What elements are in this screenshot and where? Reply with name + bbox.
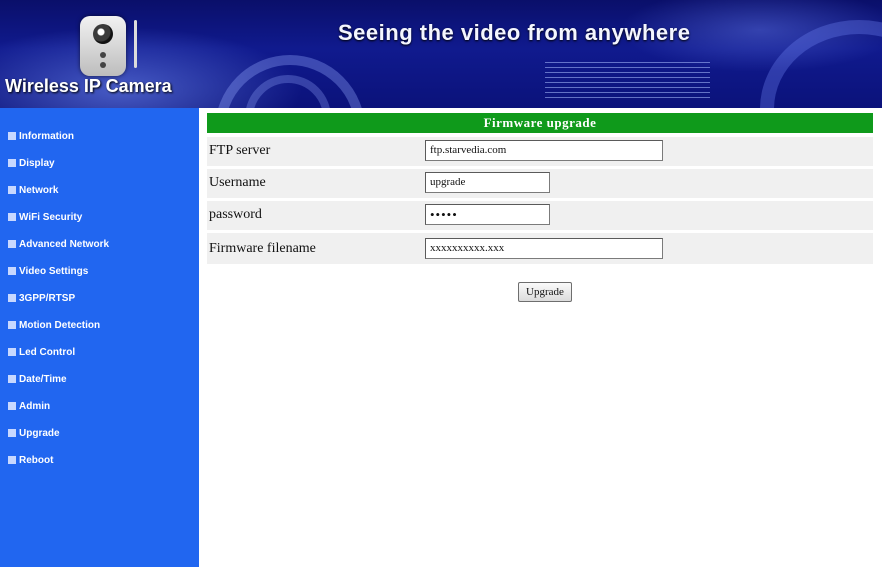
ftp-server-input[interactable]: ftp.starvedia.com <box>425 140 663 161</box>
form-row-ftp-server: FTP server ftp.starvedia.com <box>207 137 873 168</box>
upgrade-button[interactable]: Upgrade <box>518 282 572 302</box>
sidebar-item-motion-detection[interactable]: Motion Detection <box>8 315 100 335</box>
sidebar-item-3gpp-rtsp[interactable]: 3GPP/RTSP <box>8 288 75 308</box>
banner-fine-print <box>545 62 710 102</box>
sidebar-item-label: Admin <box>19 400 51 412</box>
brand-logo-text: Wireless IP Camera <box>5 76 172 96</box>
firmware-filename-label: Firmware filename <box>209 241 316 256</box>
username-label: Username <box>209 175 266 190</box>
sidebar-item-reboot[interactable]: Reboot <box>8 450 53 470</box>
camera-led <box>100 62 106 68</box>
form-row-firmware-filename: Firmware filename xxxxxxxxxx.xxx <box>207 233 873 266</box>
camera-lens <box>93 24 113 44</box>
sidebar-item-led-control[interactable]: Led Control <box>8 342 75 362</box>
password-label: password <box>209 207 262 222</box>
camera-icon <box>80 16 126 76</box>
page-title: Firmware upgrade <box>207 113 873 133</box>
firmware-filename-input[interactable]: xxxxxxxxxx.xxx <box>425 238 663 259</box>
sidebar-item-date-time[interactable]: Date/Time <box>8 369 67 389</box>
sidebar-item-label: Information <box>19 130 74 142</box>
sidebar-item-video-settings[interactable]: Video Settings <box>8 261 88 281</box>
sidebar-item-network[interactable]: Network <box>8 180 58 200</box>
sidebar-item-display[interactable]: Display <box>8 153 55 173</box>
bullet-icon <box>8 321 16 329</box>
bullet-icon <box>8 348 16 356</box>
ftp-server-label: FTP server <box>209 143 271 158</box>
sidebar-item-label: Video Settings <box>19 265 89 277</box>
sidebar-item-label: Reboot <box>19 454 54 466</box>
sidebar-item-label: Display <box>19 157 55 169</box>
sidebar: Information Display Network WiFi Securit… <box>0 108 199 567</box>
password-input[interactable]: ••••• <box>425 204 550 225</box>
sidebar-item-label: Advanced Network <box>19 238 110 250</box>
bullet-icon <box>8 456 16 464</box>
bullet-icon <box>8 213 16 221</box>
bullet-icon <box>8 267 16 275</box>
form-row-username: Username upgrade <box>207 169 873 200</box>
sidebar-item-information[interactable]: Information <box>8 126 74 146</box>
bullet-icon <box>8 240 16 248</box>
bullet-icon <box>8 402 16 410</box>
bullet-icon <box>8 186 16 194</box>
bullet-icon <box>8 132 16 140</box>
sidebar-item-label: Led Control <box>19 346 76 358</box>
username-input[interactable]: upgrade <box>425 172 550 193</box>
sidebar-item-label: Date/Time <box>19 373 67 385</box>
sidebar-item-label: Motion Detection <box>19 319 101 331</box>
bullet-icon <box>8 159 16 167</box>
sidebar-item-label: WiFi Security <box>19 211 83 223</box>
sidebar-item-wifi-security[interactable]: WiFi Security <box>8 207 82 227</box>
sidebar-item-advanced-network[interactable]: Advanced Network <box>8 234 109 254</box>
sidebar-item-label: Network <box>19 184 59 196</box>
main-content: Firmware upgrade FTP server ftp.starvedi… <box>199 108 882 567</box>
sidebar-item-label: Upgrade <box>19 427 60 439</box>
sidebar-item-upgrade[interactable]: Upgrade <box>8 423 60 443</box>
form-row-password: password ••••• <box>207 201 873 232</box>
sidebar-item-admin[interactable]: Admin <box>8 396 50 416</box>
banner-headline: Seeing the video from anywhere <box>338 20 691 45</box>
antenna-icon <box>134 20 137 68</box>
header-banner: Seeing the video from anywhere Wireless … <box>0 0 882 108</box>
bullet-icon <box>8 294 16 302</box>
sidebar-item-label: 3GPP/RTSP <box>19 292 76 304</box>
camera-led <box>100 52 106 58</box>
bullet-icon <box>8 375 16 383</box>
bullet-icon <box>8 429 16 437</box>
